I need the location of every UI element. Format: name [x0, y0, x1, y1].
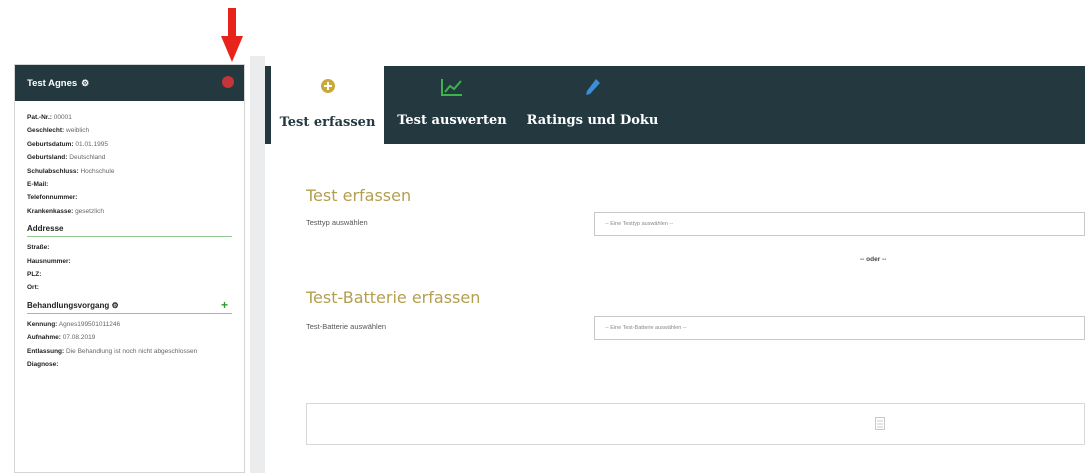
patient-name: Test Agnes — [27, 77, 78, 89]
tab-label: Ratings und Doku — [526, 113, 659, 128]
info-row: Diagnose: — [27, 361, 59, 369]
patient-info: Pat.-Nr.: 00001 Geschlecht: weiblich Geb… — [15, 101, 244, 218]
pencil-icon — [585, 79, 600, 95]
test-batterie-label: Test-Batterie auswählen — [306, 322, 387, 331]
info-row: Hausnummer: — [27, 257, 71, 265]
gear-icon[interactable]: ⚙ — [81, 78, 89, 89]
info-row: Geschlecht: weiblich — [27, 127, 90, 135]
test-batterie-heading: Test-Batterie erfassen — [306, 288, 481, 307]
info-row: Geburtsdatum: 01.01.1995 — [27, 140, 108, 148]
panel-gutter — [250, 56, 265, 473]
info-row: PLZ: — [27, 271, 42, 279]
chart-icon — [441, 79, 462, 96]
info-row: Straße: — [27, 244, 50, 252]
tab-ratings-doku[interactable]: Ratings und Doku — [520, 66, 665, 144]
info-row: Schulabschluss: Hochschule — [27, 167, 115, 175]
add-treatment-button[interactable]: + — [221, 298, 228, 312]
test-batterie-select[interactable]: -- Eine Test-Batterie auswählen -- — [594, 316, 1085, 340]
testtyp-label: Testtyp auswählen — [306, 218, 368, 227]
patient-header: Test Agnes ⚙ — [15, 65, 244, 101]
info-row: Kennung: Agnes199501011246 — [27, 320, 121, 328]
address-title: Addresse — [27, 224, 232, 238]
tab-bar: Test erfassen Test auswerten Ratings und… — [265, 66, 1085, 146]
info-row: Pat.-Nr.: 00001 — [27, 114, 72, 121]
info-row: Aufnahme: 07.08.2019 — [27, 334, 96, 342]
oder-divider: -- oder -- — [860, 256, 887, 263]
tab-label: Test erfassen — [279, 115, 376, 130]
address-info: Straße: Hausnummer: PLZ: Ort: — [15, 237, 244, 295]
patient-panel: Test Agnes ⚙ Pat.-Nr.: 00001 Geschlecht:… — [14, 64, 245, 473]
select-placeholder: -- Eine Test-Batterie auswählen -- — [605, 325, 687, 331]
info-row: E-Mail: — [27, 181, 49, 189]
annotation-arrow-icon — [221, 8, 243, 62]
select-placeholder: -- Eine Testtyp auswählen -- — [605, 221, 674, 227]
treatment-title: Behandlungsvorgang ⚙ + — [27, 298, 232, 314]
info-row: Krankenkasse: gesetzlich — [27, 207, 104, 215]
tab-test-erfassen[interactable]: Test erfassen — [271, 66, 384, 146]
close-icon[interactable] — [222, 76, 234, 88]
treatment-info: Kennung: Agnes199501011246 Aufnahme: 07.… — [15, 314, 244, 372]
info-row: Ort: — [27, 284, 39, 292]
tab-test-auswerten[interactable]: Test auswerten — [392, 66, 512, 144]
info-row: Geburtsland: Deutschland — [27, 154, 106, 162]
tab-label: Test auswerten — [397, 113, 507, 128]
info-row: Telefonnummer: — [27, 194, 78, 202]
content-box — [306, 403, 1085, 445]
plus-circle-icon — [320, 79, 335, 93]
gear-icon[interactable]: ⚙ — [111, 301, 118, 310]
info-row: Entlassung: Die Behandlung ist noch nich… — [27, 347, 198, 355]
test-erfassen-heading: Test erfassen — [306, 186, 412, 205]
file-icon — [875, 417, 885, 430]
testtyp-select[interactable]: -- Eine Testtyp auswählen -- — [594, 212, 1085, 236]
